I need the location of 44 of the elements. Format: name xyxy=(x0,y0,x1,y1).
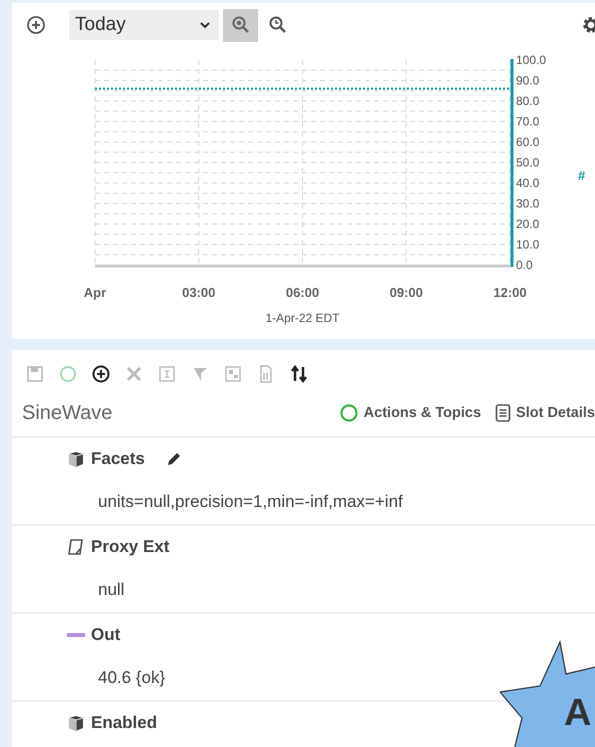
x-tick-label: 12:00 xyxy=(493,285,527,300)
x-axis-title: 1-Apr-22 EDT xyxy=(265,311,340,325)
slot-details-link[interactable]: Slot Details xyxy=(495,403,595,423)
property-label: Out xyxy=(91,625,120,645)
x-tick-label: Apr xyxy=(84,285,106,300)
y-tick-label: 0.0 xyxy=(516,258,533,272)
range-select[interactable]: Today xyxy=(69,10,219,40)
y-tick-label: 10.0 xyxy=(516,238,540,252)
y-tick-label: 50.0 xyxy=(516,156,540,170)
y-tick-label: 70.0 xyxy=(516,114,540,128)
callout-letter: A xyxy=(564,692,592,735)
y-tick-label: 80.0 xyxy=(516,94,540,108)
actions-topics-link[interactable]: Actions & Topics xyxy=(338,403,482,423)
cube-icon xyxy=(67,714,85,732)
x-tick-label: 09:00 xyxy=(390,285,423,300)
y-tick-label: 60.0 xyxy=(516,135,540,149)
property-label: Proxy Ext xyxy=(91,537,170,557)
status-circle-icon[interactable] xyxy=(338,403,359,423)
out-slot-icon xyxy=(67,633,85,637)
proxy-icon xyxy=(67,538,85,556)
add-icon[interactable] xyxy=(26,15,46,35)
property-value: null xyxy=(97,579,126,601)
y-tick-label: 20.0 xyxy=(516,217,540,231)
sort-icon[interactable] xyxy=(289,364,309,384)
x-tick-label: 06:00 xyxy=(286,285,320,300)
property-label: Enabled xyxy=(91,713,158,733)
add-icon[interactable] xyxy=(91,364,111,384)
property-value: 40.6 {ok} xyxy=(97,667,166,689)
y-tick-label: 90.0 xyxy=(516,74,540,88)
chevron-down-icon[interactable] xyxy=(199,20,211,30)
property-value: units=null,precision=1,min=-inf,max=+inf xyxy=(97,491,404,513)
y-tick-label: 100.0 xyxy=(516,53,546,67)
document-icon[interactable] xyxy=(495,403,512,423)
zoom-icon[interactable] xyxy=(268,15,288,35)
settings-icon[interactable] xyxy=(581,15,595,35)
axis-marker: # xyxy=(578,168,586,183)
x-tick-label: 03:00 xyxy=(182,285,216,300)
property-label: Facets xyxy=(91,449,145,469)
cube-icon xyxy=(67,450,85,468)
y-tick-label: 30.0 xyxy=(516,196,540,210)
zoom-reset-icon[interactable] xyxy=(230,15,250,35)
y-tick-label: 40.0 xyxy=(516,176,540,190)
component-title: SineWave xyxy=(22,402,112,424)
zoom-reset-button[interactable] xyxy=(223,8,258,42)
